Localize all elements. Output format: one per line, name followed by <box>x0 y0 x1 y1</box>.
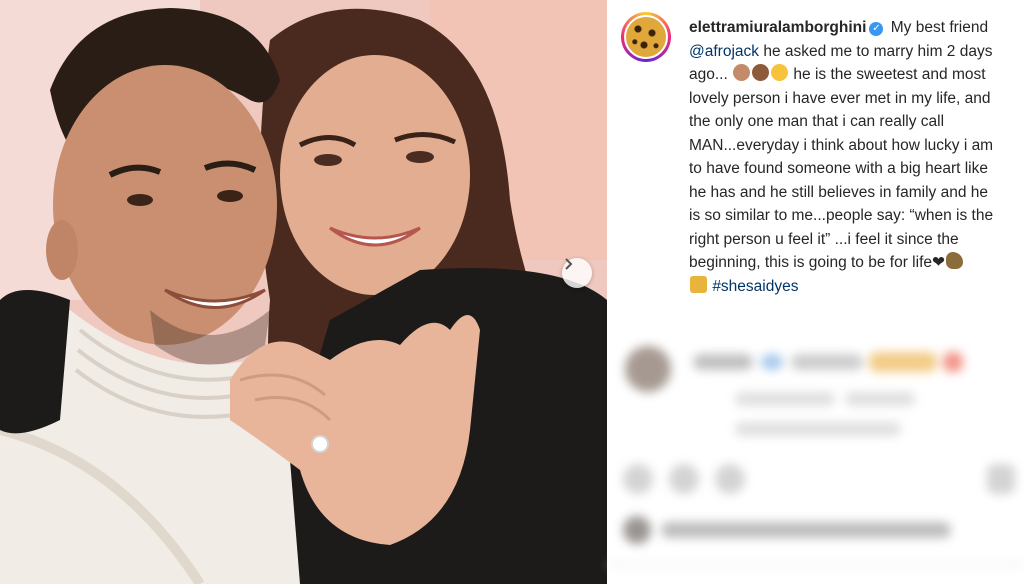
leopard-avatar-image <box>624 15 668 59</box>
woman-emoji <box>733 64 751 81</box>
crying-face-emoji <box>771 64 789 81</box>
caption-text-1: My best friend <box>890 19 989 36</box>
next-photo-button[interactable] <box>562 258 592 288</box>
username-link[interactable]: elettramiuralamborghini <box>689 19 866 36</box>
couple-photo-illustration <box>0 0 607 584</box>
chevron-right-icon <box>565 258 573 270</box>
caption-text-3: he is the sweetest and most lovely perso… <box>689 66 994 271</box>
post-side-panel: elettramiuralamborghini ✓ My best friend … <box>607 0 1024 584</box>
post-caption: elettramiuralamborghini ✓ My best friend … <box>689 16 995 298</box>
avatar[interactable] <box>621 12 671 62</box>
mention-link[interactable]: @afrojack <box>689 43 759 60</box>
lock-emoji <box>690 275 707 293</box>
heart-emoji: ❤ <box>932 254 945 271</box>
hashtag-link[interactable]: #shesaidyes <box>712 278 798 295</box>
post-photo <box>0 0 607 584</box>
duck-emoji <box>946 252 963 269</box>
verified-badge-icon: ✓ <box>869 22 884 36</box>
man-in-tuxedo-emoji <box>752 64 770 81</box>
blurred-comments-area <box>607 330 1024 584</box>
